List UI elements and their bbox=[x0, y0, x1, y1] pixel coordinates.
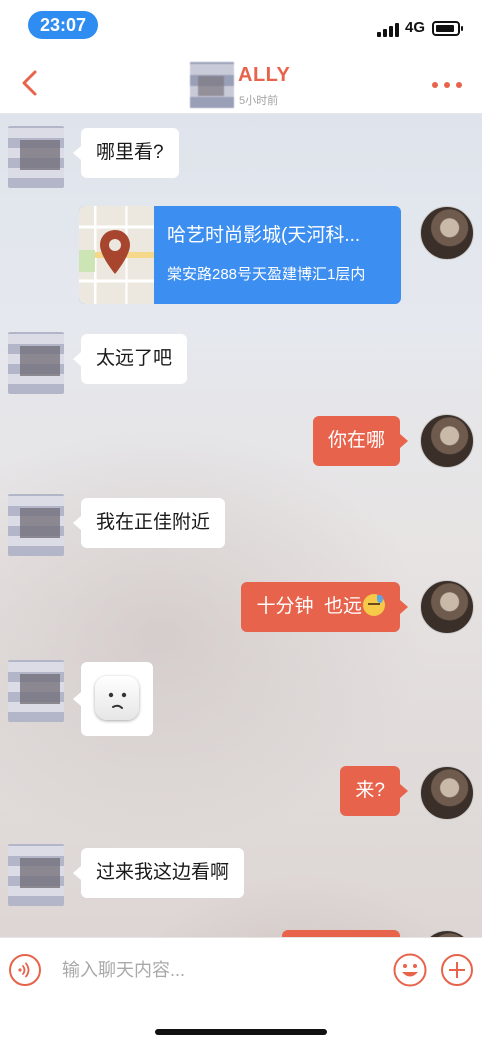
message-input-bar bbox=[0, 937, 482, 1045]
unamused-face-sticker-icon bbox=[95, 676, 139, 720]
message-bubble-outgoing-partial[interactable] bbox=[282, 930, 400, 937]
contact-avatar[interactable] bbox=[8, 660, 64, 722]
message-bubble-outgoing[interactable]: 来? bbox=[340, 766, 408, 816]
message-input[interactable] bbox=[62, 952, 372, 988]
my-avatar[interactable] bbox=[420, 206, 474, 260]
signal-icon bbox=[377, 23, 401, 37]
voice-icon[interactable] bbox=[9, 954, 41, 986]
chat-messages[interactable]: 哪里看? 哈艺时尚影城(天河科... 棠安路288号天盈建博汇1层内 太远了吧 … bbox=[0, 114, 482, 937]
my-avatar[interactable] bbox=[420, 580, 474, 634]
message-bubble-outgoing[interactable]: 你在哪 bbox=[312, 416, 409, 466]
status-bar: 23:07 4G bbox=[0, 0, 482, 54]
emoji-icon[interactable] bbox=[393, 953, 427, 987]
back-icon[interactable] bbox=[14, 66, 48, 100]
battery-icon bbox=[432, 21, 463, 36]
message-bubble-incoming[interactable]: 过来我这边看啊 bbox=[72, 848, 245, 898]
contact-avatar[interactable] bbox=[8, 844, 64, 906]
message-bubble-outgoing[interactable]: 十分钟 也远 bbox=[241, 582, 408, 632]
sticker-message[interactable] bbox=[73, 662, 153, 736]
contact-name: ALLY bbox=[238, 64, 291, 86]
contact-avatar[interactable] bbox=[8, 494, 64, 556]
message-bubble-incoming[interactable]: 太远了吧 bbox=[72, 334, 188, 384]
location-pin-icon bbox=[100, 230, 130, 274]
contact-avatar[interactable] bbox=[190, 62, 234, 108]
location-address: 棠安路288号天盈建博汇1层内 bbox=[167, 266, 366, 283]
my-avatar[interactable] bbox=[420, 414, 474, 468]
network-label: 4G bbox=[405, 19, 426, 36]
sweat-emoji-icon bbox=[363, 594, 385, 616]
chat-header: ALLY 5小时前 bbox=[0, 54, 482, 114]
plus-icon[interactable] bbox=[441, 954, 473, 986]
contact-avatar[interactable] bbox=[8, 126, 64, 188]
location-card[interactable]: 哈艺时尚影城(天河科... 棠安路288号天盈建博汇1层内 bbox=[79, 206, 401, 304]
message-bubble-incoming[interactable]: 哪里看? bbox=[73, 128, 179, 178]
contact-avatar[interactable] bbox=[8, 332, 64, 394]
last-seen-label: 5小时前 bbox=[239, 95, 279, 107]
my-avatar[interactable] bbox=[420, 766, 474, 820]
status-time: 23:07 bbox=[28, 11, 98, 39]
message-bubble-incoming[interactable]: 我在正佳附近 bbox=[72, 498, 226, 548]
location-title: 哈艺时尚影城(天河科... bbox=[167, 225, 361, 246]
home-indicator bbox=[155, 1029, 327, 1035]
message-text: 十分钟 也远 bbox=[256, 596, 362, 617]
my-avatar[interactable] bbox=[420, 930, 474, 937]
map-thumbnail bbox=[79, 206, 154, 304]
more-icon[interactable] bbox=[430, 80, 464, 90]
